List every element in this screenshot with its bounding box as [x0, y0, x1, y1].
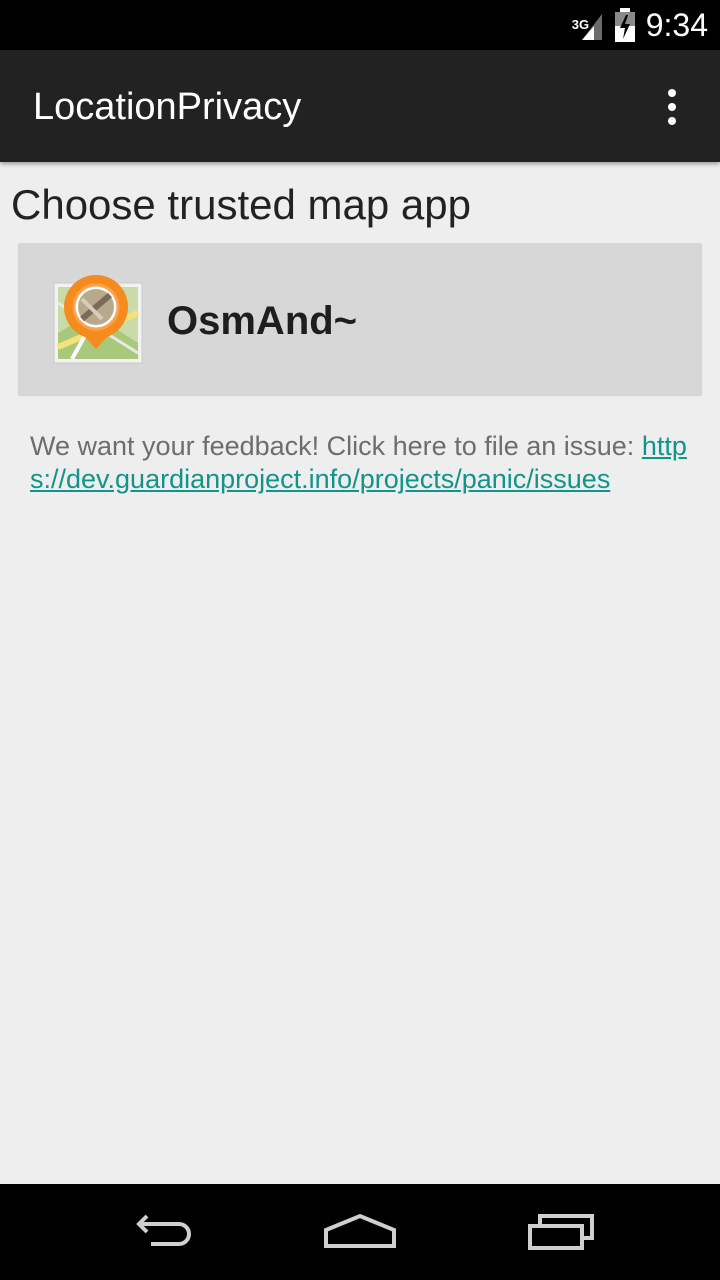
overflow-dot — [668, 117, 676, 125]
status-time: 9:34 — [645, 6, 708, 43]
recents-button[interactable] — [514, 1202, 610, 1262]
more-vert-icon[interactable] — [648, 84, 696, 130]
navigation-bar — [0, 1184, 720, 1280]
overflow-dot — [668, 89, 676, 97]
status-bar: 3G 9:34 — [0, 0, 720, 50]
list-item-osmand[interactable]: OsmAnd~ — [18, 243, 702, 395]
recents-icon — [528, 1214, 594, 1250]
status-icons: 3G 9:34 — [572, 0, 708, 50]
home-icon — [324, 1213, 396, 1248]
section-title: Choose trusted map app — [11, 181, 471, 228]
back-icon — [136, 1214, 191, 1246]
back-button[interactable] — [112, 1202, 208, 1262]
signal-icon: 3G — [572, 8, 606, 42]
action-bar: LocationPrivacy — [0, 50, 720, 162]
feedback-text: We want your feedback! Click here to fil… — [30, 430, 690, 496]
osmand-app-icon — [53, 275, 143, 364]
feedback-message: We want your feedback! Click here to fil… — [30, 431, 642, 461]
app-name: OsmAnd~ — [167, 299, 358, 343]
overflow-dot — [668, 103, 676, 111]
app-title: LocationPrivacy — [33, 86, 302, 128]
battery-icon — [614, 8, 635, 42]
home-button[interactable] — [312, 1202, 408, 1262]
